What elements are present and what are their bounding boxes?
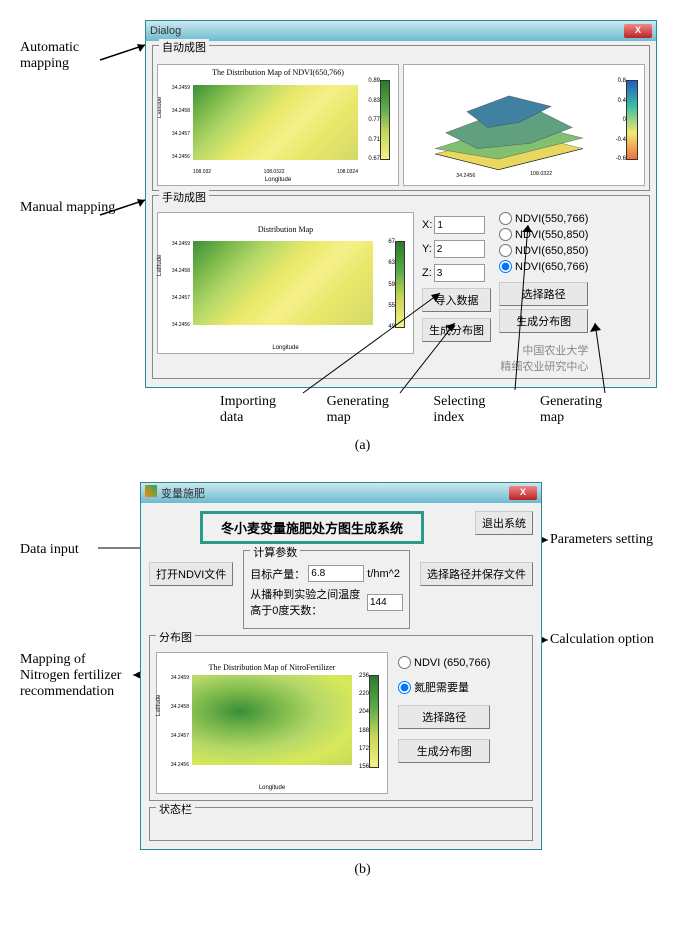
dialog-b-titlebar: 变量施肥 X xyxy=(141,483,541,503)
select-save-button[interactable]: 选择路径并保存文件 xyxy=(420,562,533,586)
dist-chart-title: The Distribution Map of NitroFertilizer xyxy=(157,653,387,672)
radio-ndvi-650-766[interactable] xyxy=(499,260,512,273)
chart-3d-panel: 34.2456 108.0322 0.80.40-0.4-0.6 xyxy=(403,64,645,186)
svg-text:108.0322: 108.0322 xyxy=(530,171,552,177)
close-icon[interactable]: X xyxy=(624,24,652,38)
dist-y-ticks: 34.245934.245834.245734.2456 xyxy=(169,675,189,768)
colorbar3d-ticks: 0.80.40-0.4-0.6 xyxy=(610,78,626,162)
distribution-group: 分布图 The Distribution Map of NitroFertili… xyxy=(149,635,533,801)
main-title: 冬小麦变量施肥处方图生成系统 xyxy=(200,511,424,544)
manual-y-label: Latitude xyxy=(157,255,163,276)
dialog-a-title: Dialog xyxy=(150,25,181,37)
y-label: Y: xyxy=(422,243,432,255)
target-yield-label: 目标产量： xyxy=(250,566,305,582)
manual-heatmap xyxy=(193,241,373,325)
status-label: 状态栏 xyxy=(156,801,195,817)
annotations-bottom-a: Importing data Generating map Selecting … xyxy=(220,394,620,426)
close-icon[interactable]: X xyxy=(509,486,537,500)
ndvi-radio-group: NDVI(550,766) NDVI(550,850) NDVI(650,850… xyxy=(499,212,588,374)
dialog-b: 变量施肥 X 冬小麦变量施肥处方图生成系统 退出系统 打开NDVI文件 计算参数… xyxy=(140,482,542,850)
radio-ndvi-option[interactable] xyxy=(398,656,411,669)
radio-ndvi-650-850[interactable] xyxy=(499,244,512,257)
manual-chart-panel: Distribution Map Latitude 34.245934.2458… xyxy=(157,212,414,354)
dialog-b-title: 变量施肥 xyxy=(145,485,205,501)
y-axis-ticks: 34.245934.245834.245734.2456 xyxy=(170,85,190,160)
dist-colorbar xyxy=(369,675,379,768)
x-axis-ticks: 108.032108.0322108.0324 xyxy=(193,169,358,175)
svg-text:34.2456: 34.2456 xyxy=(456,173,475,179)
radio-label: NDVI(650,766) xyxy=(515,261,588,273)
annotation-gen-map-1: Generating map xyxy=(327,394,407,426)
x-label: X: xyxy=(422,219,432,231)
dist-x-label: Longitude xyxy=(259,785,285,791)
manual-group-label: 手动成图 xyxy=(159,189,209,205)
colorbar-2d xyxy=(380,80,390,160)
xyz-inputs: X: Y: Z: 导入数据 生成分布图 xyxy=(422,212,491,374)
dialog-a-titlebar: Dialog X xyxy=(146,21,656,41)
manual-colorbar xyxy=(395,241,405,328)
auto-group-label: 自动成图 xyxy=(159,39,209,55)
import-data-button[interactable]: 导入数据 xyxy=(422,288,491,312)
radio-label: 氮肥需要量 xyxy=(414,679,469,695)
target-yield-unit: t/hm^2 xyxy=(367,568,400,580)
credit-text: 中国农业大学精细农业研究中心 xyxy=(499,342,588,374)
app-icon xyxy=(145,485,157,497)
radio-ndvi-550-850[interactable] xyxy=(499,228,512,241)
radio-label: NDVI(550,766) xyxy=(515,213,588,225)
x-axis-label: Longitude xyxy=(265,177,291,183)
dist-colorbar-ticks: 236220204188172156 xyxy=(353,673,369,770)
annotation-params: Parameters setting xyxy=(550,532,653,548)
radio-label: NDVI (650,766) xyxy=(414,657,490,669)
radio-ndvi-550-766[interactable] xyxy=(499,212,512,225)
heatmap-2d xyxy=(193,85,358,160)
z-input[interactable] xyxy=(434,264,485,282)
y-input[interactable] xyxy=(434,240,485,258)
generate-map-button-2[interactable]: 生成分布图 xyxy=(499,309,588,333)
manual-chart-title: Distribution Map xyxy=(158,213,413,234)
surface-3d: 34.2456 108.0322 xyxy=(414,80,604,186)
colorbar-3d xyxy=(626,80,638,160)
chart-2d-title: The Distribution Map of NDVI(650,766) xyxy=(158,65,398,77)
dist-group-label: 分布图 xyxy=(156,629,195,645)
generate-map-button-1[interactable]: 生成分布图 xyxy=(422,318,491,342)
param-group-label: 计算参数 xyxy=(250,544,300,560)
annotation-automatic: Automatic mapping xyxy=(20,40,130,72)
manual-colorbar-ticks: 6763595549 xyxy=(379,239,395,330)
y-axis-label: Latitude xyxy=(157,97,163,118)
radio-label: NDVI(650,850) xyxy=(515,245,588,257)
dist-heatmap xyxy=(192,675,352,765)
chart-2d-panel: The Distribution Map of NDVI(650,766) La… xyxy=(157,64,399,186)
open-ndvi-button[interactable]: 打开NDVI文件 xyxy=(149,562,233,586)
z-label: Z: xyxy=(422,267,432,279)
days-input[interactable] xyxy=(367,594,403,611)
radio-label: NDVI(550,850) xyxy=(515,229,588,241)
sub-label-b: (b) xyxy=(20,862,685,878)
annotation-gen-map-2: Generating map xyxy=(540,394,620,426)
auto-mapping-group: 自动成图 The Distribution Map of NDVI(650,76… xyxy=(152,45,650,191)
dialog-a: Dialog X 自动成图 The Distribution Map of ND… xyxy=(145,20,657,388)
annotation-calc-option: Calculation option xyxy=(550,632,654,648)
days-label: 从播种到实验之间温度高于0度天数： xyxy=(250,586,364,618)
dist-y-label: Latitude xyxy=(156,695,162,716)
colorbar-ticks: 0.890.830.770.710.67 xyxy=(364,78,380,162)
dist-chart-panel: The Distribution Map of NitroFertilizer … xyxy=(156,652,388,794)
select-path-button[interactable]: 选择路径 xyxy=(499,282,588,306)
manual-x-label: Longitude xyxy=(272,345,298,351)
select-path-button-b[interactable]: 选择路径 xyxy=(398,705,490,729)
generate-map-button-b[interactable]: 生成分布图 xyxy=(398,739,490,763)
x-input[interactable] xyxy=(434,216,485,234)
manual-y-ticks: 34.245934.245834.245734.2456 xyxy=(170,241,190,328)
annotation-mapping: Mapping of Nitrogen fertilizer recommend… xyxy=(20,652,135,700)
annotation-importing: Importing data xyxy=(220,394,300,426)
sub-label-a: (a) xyxy=(20,438,685,454)
annotation-data-input: Data input xyxy=(20,542,79,558)
status-group: 状态栏 xyxy=(149,807,533,841)
radio-nitrogen-option[interactable] xyxy=(398,681,411,694)
target-yield-input[interactable] xyxy=(308,565,364,582)
annotation-manual: Manual mapping xyxy=(20,200,130,216)
manual-mapping-group: 手动成图 Distribution Map Latitude 34.245934… xyxy=(152,195,650,379)
annotation-selecting: Selecting index xyxy=(433,394,513,426)
param-group: 计算参数 目标产量： t/hm^2 从播种到实验之间温度高于0度天数： xyxy=(243,550,410,629)
exit-button[interactable]: 退出系统 xyxy=(475,511,533,535)
